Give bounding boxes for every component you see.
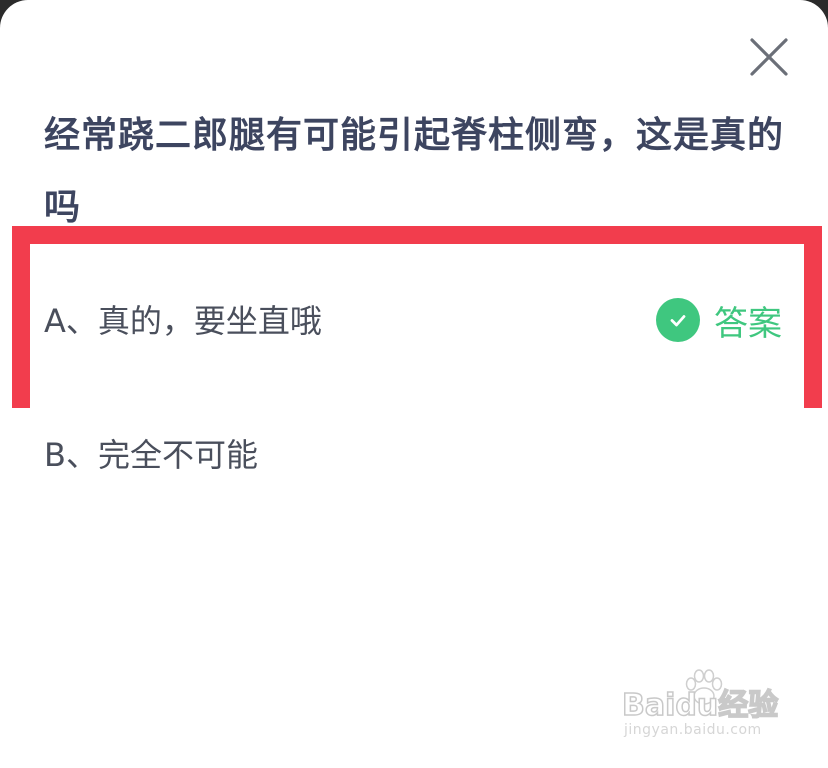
question-dialog: 经常跷二郎腿有可能引起脊柱侧弯，这是真的吗 A、真的，要坐直哦 答案 B、完全不… xyxy=(0,0,828,768)
watermark-url: jingyan.baidu.com xyxy=(624,722,762,738)
option-b-label: B、完全不可能 xyxy=(44,436,258,474)
option-a-label: A、真的，要坐直哦 xyxy=(44,302,322,340)
check-circle-icon xyxy=(656,298,700,342)
close-button[interactable] xyxy=(748,36,790,78)
answer-label: 答案 xyxy=(714,303,782,344)
watermark-brand: Baidu经验 xyxy=(621,687,779,724)
option-b[interactable]: B、完全不可能 xyxy=(30,380,804,526)
paw-icon xyxy=(685,669,723,705)
baidu-jingyan-watermark: Baidu经验 jingyan.baidu.com xyxy=(621,669,782,750)
close-icon xyxy=(750,38,788,76)
answer-indicator: 答案 xyxy=(656,298,782,344)
option-a[interactable]: A、真的，要坐直哦 答案 xyxy=(30,244,804,390)
question-title: 经常跷二郎腿有可能引起脊柱侧弯，这是真的吗 xyxy=(44,115,785,228)
